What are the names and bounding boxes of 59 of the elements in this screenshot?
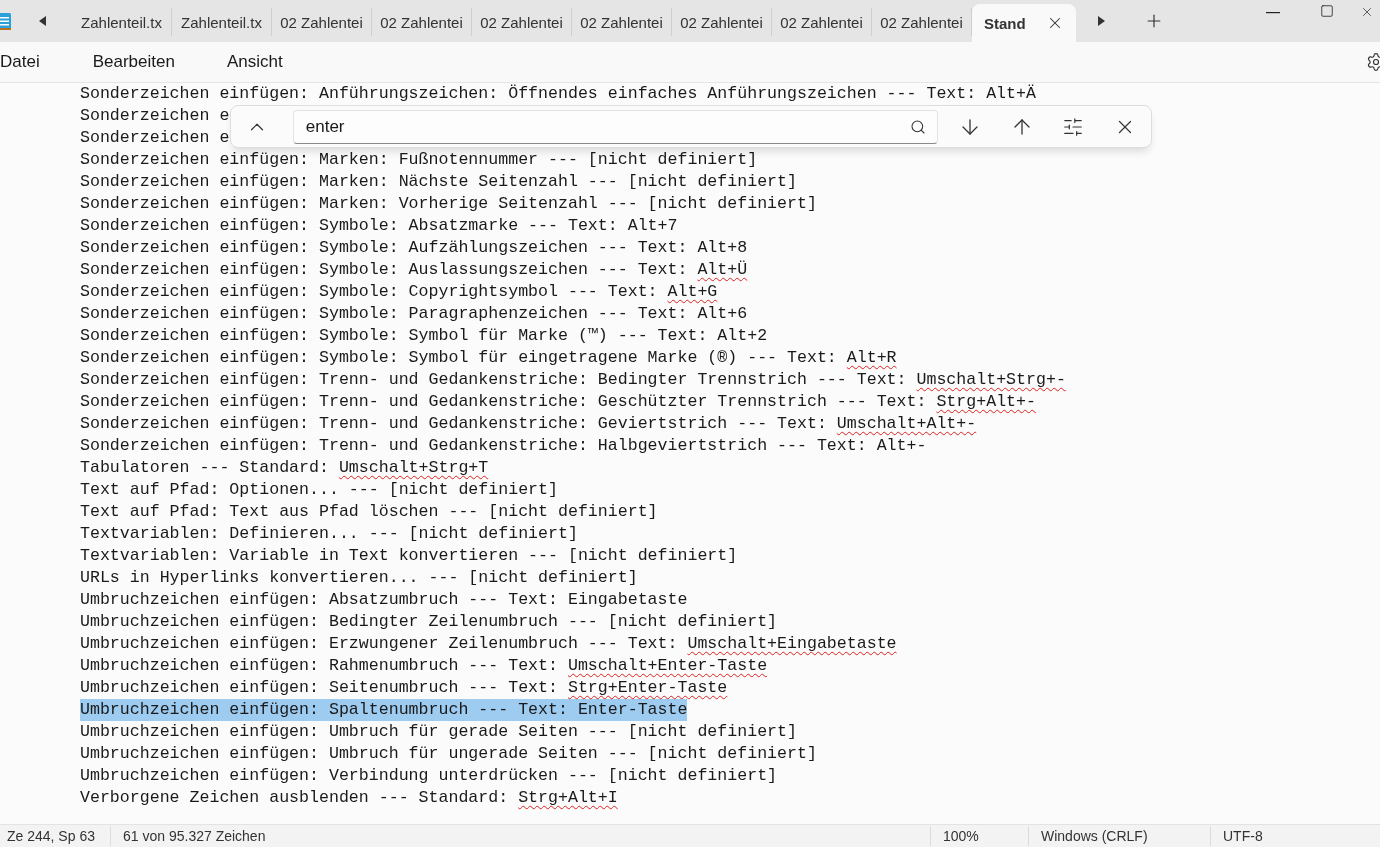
text-line: Sonderzeichen e	[80, 127, 230, 149]
text-line: URLs in Hyperlinks konvertieren... --- [nicht definiert]	[80, 567, 638, 589]
find-field[interactable]: enter	[292, 109, 938, 144]
text-line: Tabulatoren --- Standard: Umschalt+Strg+T	[80, 457, 489, 479]
minimize-icon	[1266, 12, 1280, 14]
tab[interactable]: Stand	[972, 4, 1076, 42]
text-line: Sonderzeichen einfügen: Symbole: Aufzählungszeichen --- Text: Alt+8	[80, 237, 748, 259]
text-line: Sonderzeichen einfügen: Symbole: Symbol für Marke (™) --- Text: Alt+2	[80, 325, 768, 347]
text-line: Sonderzeichen einfügen: Symbole: Paragraphenzeichen --- Text: Alt+6	[80, 303, 748, 325]
text-line: Umbruchzeichen einfügen: Verbindung unterdrücken --- [nicht definiert]	[80, 765, 778, 787]
text-line: Sonderzeichen einfügen: Trenn- und Gedankenstriche: Geschützter Trennstrich --- Text: Strg+Alt+-	[80, 391, 1036, 413]
text-line: Sonderzeichen einfügen: Symbole: Absatzmarke --- Text: Alt+7	[80, 215, 678, 237]
menu-item[interactable]: Datei	[0, 48, 40, 76]
text-line: Sonderzeichen einfügen: Symbole: Symbol für eingetragene Marke (®) --- Text: Alt+R	[80, 347, 897, 369]
tab-label: Stand	[984, 14, 1026, 32]
tab[interactable]: 02 Zahlentei	[372, 8, 472, 36]
text-line: Sonderzeichen einfügen: Marken: Vorherige Seitenzahl --- [nicht definiert]	[80, 193, 817, 215]
search-icon[interactable]	[909, 118, 926, 135]
text-line: Sonderzeichen einfügen: Trenn- und Gedankenstriche: Geviertstrich --- Text: Umschalt+Alt+-	[80, 413, 977, 435]
text-line: Umbruchzeichen einfügen: Seitenumbruch --- Text: Strg+Enter-Taste	[80, 677, 728, 699]
tab[interactable]: 02 Zahlentei	[272, 8, 372, 36]
tab[interactable]: 02 Zahlentei	[472, 8, 572, 36]
tab[interactable]: 02 Zahlentei	[672, 8, 772, 36]
tab[interactable]: 02 Zahlentei	[772, 8, 872, 36]
text-line: Umbruchzeichen einfügen: Rahmenumbruch --- Text: Umschalt+Enter-Taste	[80, 655, 768, 677]
text-line: Umbruchzeichen einfügen: Umbruch für gerade Seiten --- [nicht definiert]	[80, 721, 797, 743]
text-line: Sonderzeichen einfügen: Anführungszeichen: Öffnendes einfaches Anführungszeichen --- Text: Alt+Ä	[80, 83, 1036, 105]
text-line: Text auf Pfad: Text aus Pfad löschen --- [nicht definiert]	[80, 501, 658, 523]
text-line: Sonderzeichen einfügen: Trenn- und Gedankenstriche: Bedingter Trennstrich --- Text: Umschalt+Strg+-	[80, 369, 1066, 391]
tab[interactable]: Zahlenteil.tx	[72, 8, 172, 36]
text-line: Sonderzeichen einfügen: Symbole: Auslassungszeichen --- Text: Alt+Ü	[80, 259, 748, 281]
text-line: Sonderzeichen einfügen: Marken: Fußnotennummer --- [nicht definiert]	[80, 149, 758, 171]
text-line: Umbruchzeichen einfügen: Erzwungener Zeilenumbruch --- Text: Umschalt+Eingabetaste	[80, 633, 897, 655]
triangle-right-icon	[1097, 15, 1107, 27]
zoom-level: 100%	[930, 826, 1028, 846]
text-line: Umbruchzeichen einfügen: Absatzumbruch --- Text: Eingabetaste	[80, 589, 688, 611]
text-line: Verborgene Zeichen ausblenden --- Standard: Strg+Alt+I	[80, 787, 618, 809]
text-line: Umbruchzeichen einfügen: Umbruch für ungerade Seiten --- [nicht definiert]	[80, 743, 817, 765]
settings-icon[interactable]	[1366, 52, 1380, 72]
tab[interactable]: 02 Zahlentei	[572, 8, 672, 36]
maximize-icon	[1320, 4, 1334, 18]
character-count: 61 von 95.327 Zeichen	[110, 826, 930, 846]
triangle-left-icon	[37, 15, 47, 27]
sliders-icon	[1062, 115, 1085, 138]
text-line: Umbruchzeichen einfügen: Bedingter Zeilenumbruch --- [nicht definiert]	[80, 611, 778, 633]
text-line: Sonderzeichen einfügen: Symbole: Copyrightsymbol --- Text: Alt+G	[80, 281, 718, 303]
line-ending: Windows (CRLF)	[1028, 826, 1210, 846]
text-line: Sonderzeichen einfügen: Trenn- und Gedankenstriche: Halbgeviertstrich --- Text: Alt+-	[80, 435, 927, 457]
menu-item[interactable]: Bearbeiten	[92, 48, 175, 76]
text-line: Textvariablen: Definieren... --- [nicht definiert]	[80, 523, 578, 545]
notepad-icon	[0, 11, 12, 31]
menu-item[interactable]: Ansicht	[226, 48, 283, 76]
cursor-position: Ze 244, Sp 63	[6, 827, 96, 846]
text-line: Sonderzeichen einfügen: Marken: Nächste Seitenzahl --- [nicht definiert]	[80, 171, 797, 193]
text-line: Text auf Pfad: Optionen... --- [nicht definiert]	[80, 479, 558, 501]
tab[interactable]: Zahlenteil.tx	[172, 8, 272, 36]
encoding: UTF-8	[1210, 826, 1380, 846]
text-line: Sonderzeichen e	[80, 105, 230, 127]
text-line: Textvariablen: Variable in Text konvertieren --- [nicht definiert]	[80, 545, 738, 567]
